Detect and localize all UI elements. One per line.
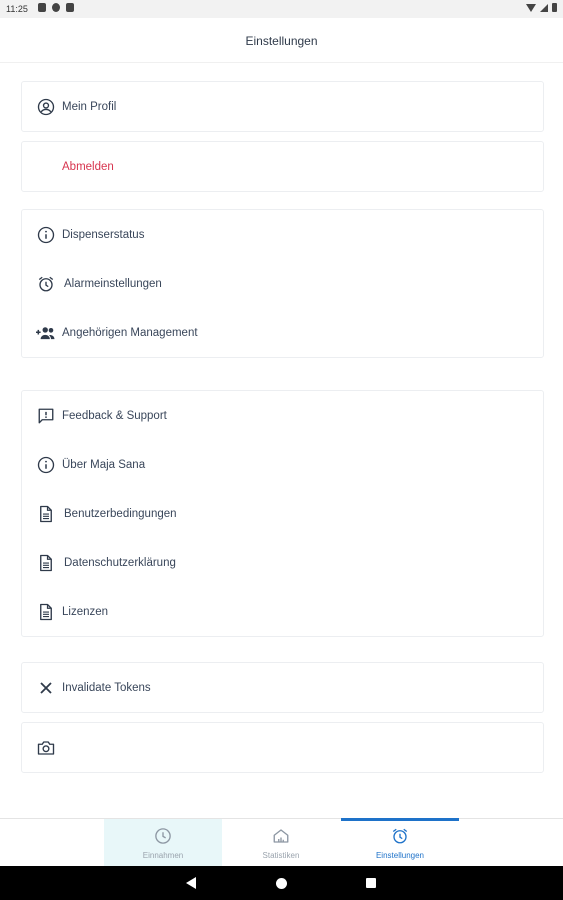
tab-statistiken[interactable]: Statistiken [222,819,340,867]
menu-item-about[interactable]: Über Maja Sana [22,440,543,489]
home-chart-icon [222,827,340,845]
menu-item-licenses[interactable]: Lizenzen [22,587,543,636]
document-icon [36,504,56,524]
active-tab-indicator [341,818,459,821]
tab-label: Einstellungen [375,851,425,860]
status-time: 11:25 [6,4,28,14]
profile-label: Mein Profil [62,100,117,113]
menu-item-relatives-management[interactable]: Angehörigen Management [22,308,543,357]
signal-icon [540,3,548,12]
menu-item-label: Dispenserstatus [62,228,145,241]
document-icon [36,602,56,622]
info-icon [36,455,56,475]
feedback-icon [36,406,56,426]
status-bar: 11:25 [0,0,563,18]
camera-icon [36,738,56,758]
tab-einnahmen[interactable]: Einnahmen [104,819,222,867]
debug-card: Invalidate Tokens [21,662,544,713]
logout-card: Abmelden [21,141,544,192]
menu-item-label: Über Maja Sana [62,458,146,471]
home-icon[interactable] [276,878,287,889]
camera-card [21,722,544,773]
profile-card: Mein Profil [21,81,544,132]
menu-item-alarm-settings[interactable]: Alarmeinstellungen [22,259,543,308]
page-title: Einstellungen [0,18,563,63]
tab-label: Einnahmen [142,851,184,860]
people-add-icon [36,323,56,343]
recent-apps-icon[interactable] [366,878,376,888]
menu-item-dispenser-status[interactable]: Dispenserstatus [22,210,543,259]
device-settings-card: Dispenserstatus Alarmeinstellungen Angeh… [21,209,544,358]
menu-item-feedback-support[interactable]: Feedback & Support [22,391,543,440]
tab-label: Statistiken [262,851,300,860]
close-icon [36,678,56,698]
alarm-clock-icon [341,827,459,845]
info-card: Feedback & Support Über Maja Sana Benutz… [21,390,544,637]
system-navigation-bar [0,866,563,900]
system-status [526,3,557,12]
tab-einstellungen[interactable]: Einstellungen [341,818,459,867]
notification-icon [38,3,46,12]
camera-button[interactable] [22,723,543,772]
menu-item-privacy[interactable]: Datenschutzerklärung [22,538,543,587]
notification-icon [52,3,60,12]
logout-label: Abmelden [62,160,114,173]
info-icon [36,225,56,245]
document-icon [36,553,56,573]
battery-icon [552,3,557,12]
wifi-icon [526,3,536,12]
account-circle-icon [36,97,56,117]
menu-item-label: Alarmeinstellungen [64,277,162,290]
clock-icon [104,827,222,845]
menu-item-label: Lizenzen [62,605,109,618]
menu-item-label: Angehörigen Management [62,326,198,339]
back-icon[interactable] [186,877,196,889]
menu-item-terms[interactable]: Benutzerbedingungen [22,489,543,538]
menu-item-label: Datenschutzerklärung [64,556,176,569]
alarm-clock-icon [36,274,56,294]
menu-item-label: Invalidate Tokens [62,681,151,694]
logout-button[interactable]: Abmelden [22,142,543,191]
profile-row[interactable]: Mein Profil [22,82,543,131]
bottom-navigation: Einnahmen Statistiken Einstellungen [0,818,563,867]
invalidate-tokens-button[interactable]: Invalidate Tokens [22,663,543,712]
notification-icons [38,3,74,12]
sd-card-icon [66,3,74,12]
menu-item-label: Feedback & Support [62,409,167,422]
menu-item-label: Benutzerbedingungen [64,507,177,520]
